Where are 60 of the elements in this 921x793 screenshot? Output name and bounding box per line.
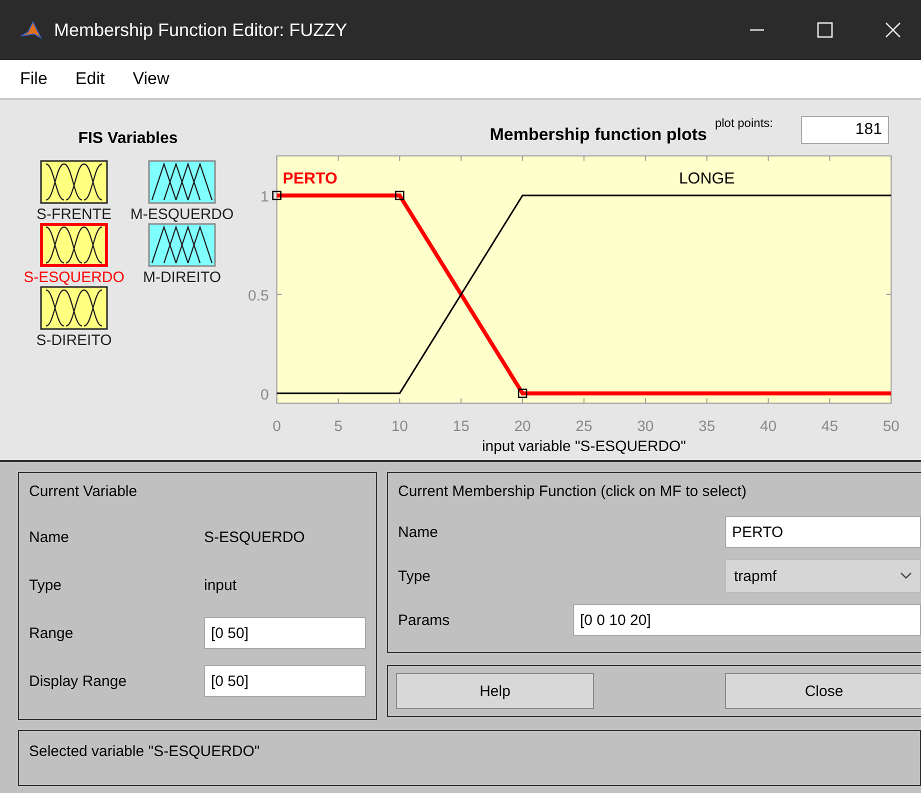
input-field[interactable]: [0 50] xyxy=(204,665,366,697)
variable-item[interactable]: S-DIREITO xyxy=(20,286,128,349)
field-label: Type xyxy=(29,576,63,594)
y-tick-label: 0 xyxy=(260,386,269,404)
section-title: FIS Variables xyxy=(77,130,179,148)
bell-curves-icon xyxy=(40,223,108,267)
panel-title: Current Variable xyxy=(29,483,138,500)
help-button[interactable]: Help xyxy=(396,673,594,709)
plot-points-field[interactable]: 181 xyxy=(801,116,889,144)
bell-curves-icon xyxy=(40,160,108,204)
field-label: Type xyxy=(398,568,432,584)
x-tick-label: 50 xyxy=(882,418,900,436)
field-label: Params xyxy=(398,612,451,628)
field-label: Name xyxy=(398,524,440,540)
membership-label[interactable]: LONGE xyxy=(678,170,735,188)
x-tick-label: 35 xyxy=(698,418,716,436)
params-field[interactable]: [0 0 10 20] xyxy=(573,604,921,636)
x-tick-label: 5 xyxy=(334,418,342,436)
bell-curves-icon xyxy=(40,286,108,330)
chevron-down-icon xyxy=(900,572,912,580)
close-icon[interactable] xyxy=(885,22,901,38)
x-tick-label: 25 xyxy=(576,418,592,436)
point-handle[interactable] xyxy=(518,388,528,398)
field-label: Display Range xyxy=(29,672,128,690)
menu-item[interactable]: File xyxy=(20,69,48,89)
y-tick-label: 1 xyxy=(260,188,269,206)
x-tick-label: 20 xyxy=(514,418,531,436)
menu-item[interactable]: View xyxy=(132,69,170,89)
field-label: Name xyxy=(29,528,70,546)
x-tick-label: 45 xyxy=(821,418,838,436)
name-field[interactable]: PERTO xyxy=(725,516,921,548)
type-dropdown[interactable]: trapmf xyxy=(725,559,921,593)
input-field[interactable]: [0 50] xyxy=(204,617,366,649)
y-tick-label: 0.5 xyxy=(248,287,269,304)
status-text: Selected variable "S-ESQUERDO" xyxy=(29,743,260,760)
window-title: Membership Function Editor: FUZZY xyxy=(54,20,348,40)
membership-label[interactable]: PERTO xyxy=(282,170,338,188)
field-value: S-ESQUERDO xyxy=(204,528,305,546)
chart-title: Membership function plots xyxy=(490,124,707,145)
variable-item[interactable]: M-ESQUERDO xyxy=(128,160,236,223)
x-tick-label: 0 xyxy=(272,418,281,436)
peak-logo-icon xyxy=(20,20,42,40)
maximize-icon[interactable] xyxy=(817,22,833,38)
x-tick-label: 10 xyxy=(391,418,408,436)
triangle-curves-icon xyxy=(148,223,216,267)
x-tick-label: 30 xyxy=(637,418,654,436)
triangle-curves-icon xyxy=(148,160,216,204)
x-tick-label: 40 xyxy=(760,418,777,436)
menu-item[interactable]: Edit xyxy=(75,69,105,89)
panel-title: Current Membership Function (click on MF to select) xyxy=(398,483,748,500)
variable-item[interactable]: M-DIREITO xyxy=(128,223,236,286)
field-value: input xyxy=(204,576,237,594)
x-tick-label: 15 xyxy=(452,418,470,436)
point-handle[interactable] xyxy=(395,190,404,200)
field-label: Range xyxy=(29,624,74,642)
plot-points-label: plot points: xyxy=(714,116,773,130)
close-button[interactable]: Close xyxy=(725,673,921,709)
point-handle[interactable] xyxy=(272,190,282,200)
x-axis-label: input variable "S-ESQUERDO" xyxy=(482,438,686,456)
variable-item[interactable]: S-FRENTE xyxy=(20,160,128,223)
